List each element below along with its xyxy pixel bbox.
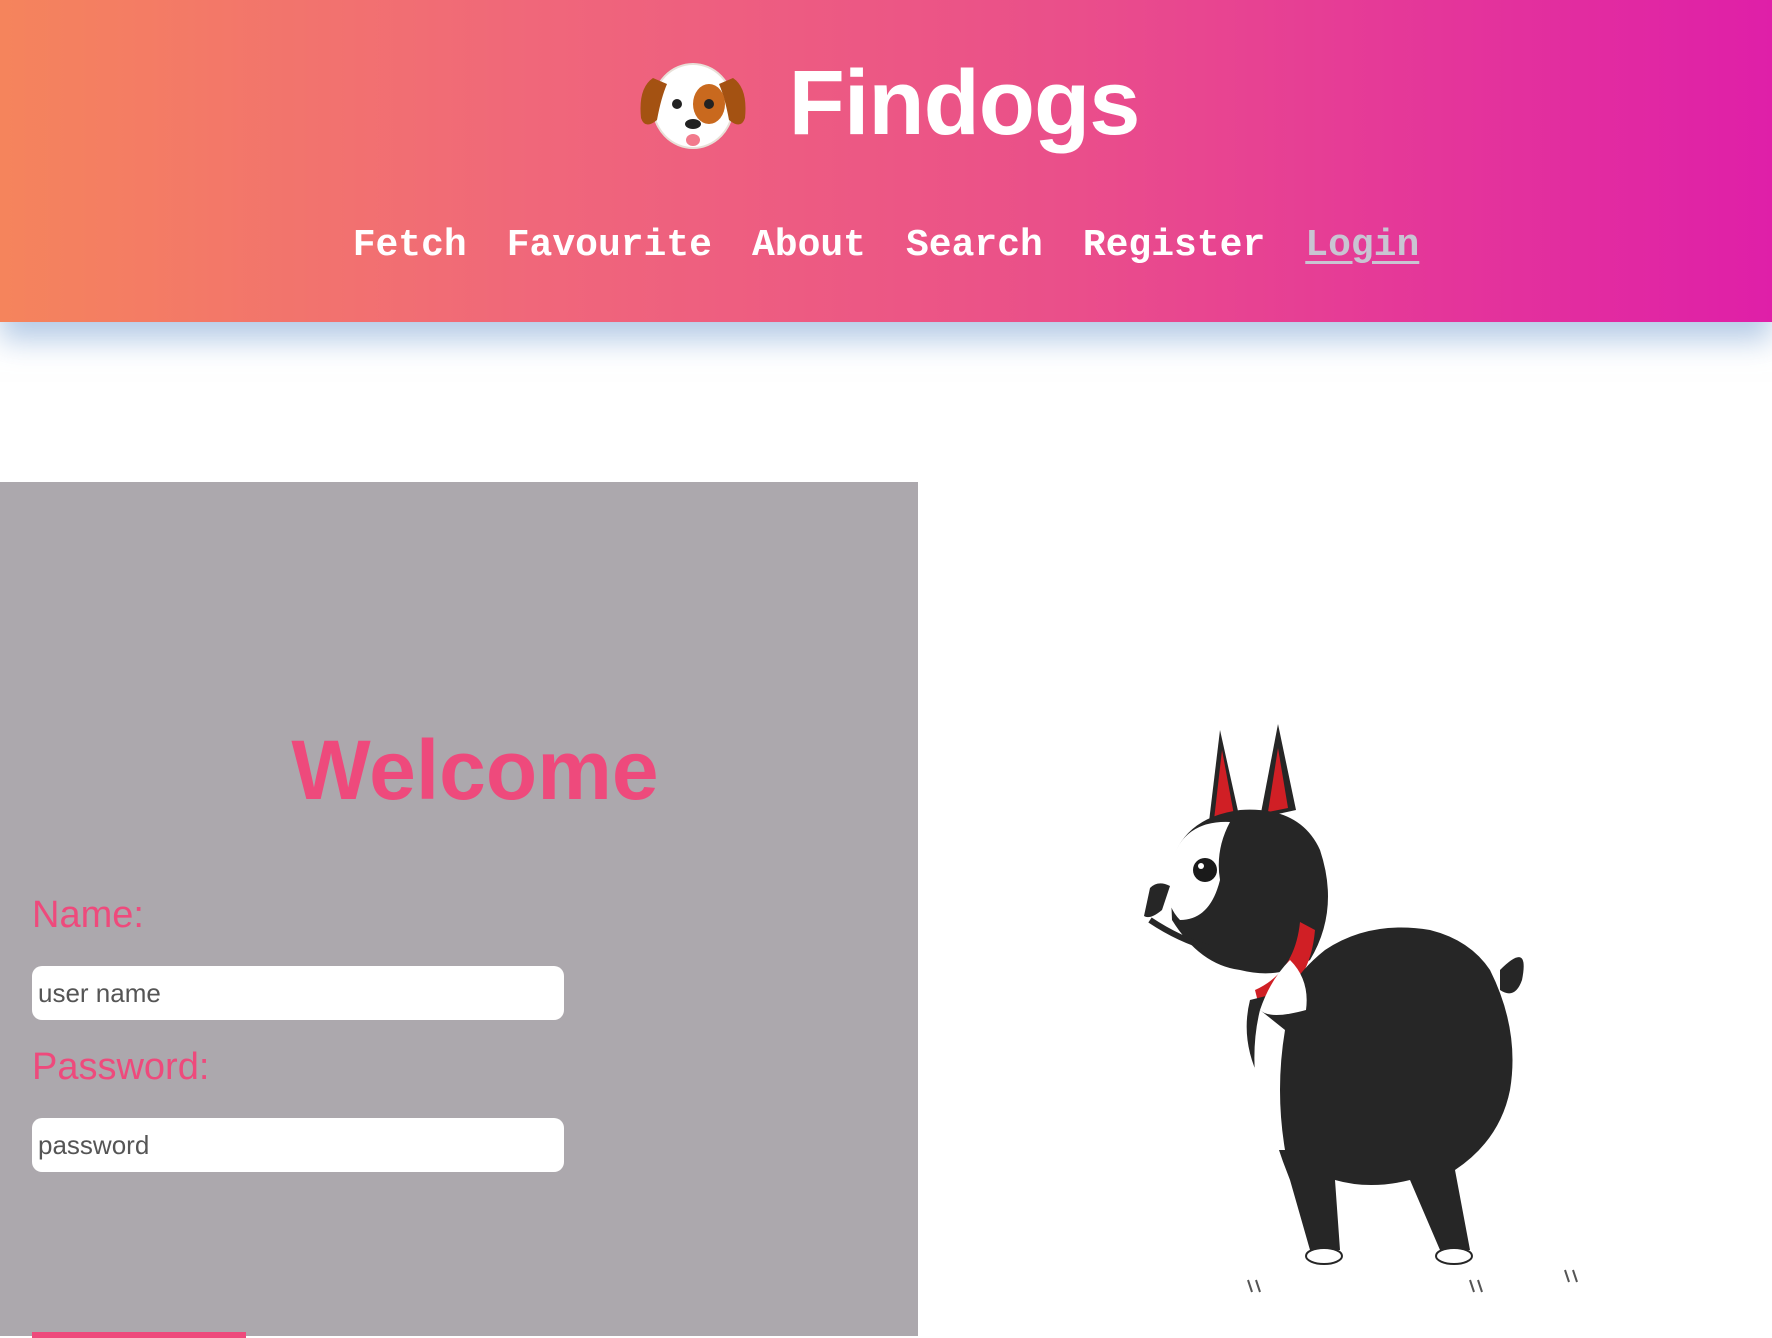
site-title: Findogs	[788, 51, 1141, 154]
puppy-face-icon	[640, 63, 746, 149]
nav-link-register[interactable]: Register	[1083, 224, 1265, 267]
password-input[interactable]	[32, 1118, 564, 1172]
brand: Findogs	[0, 48, 1772, 158]
nav-link-fetch[interactable]: Fetch	[353, 224, 467, 267]
name-label: Name:	[32, 894, 144, 936]
submit-button[interactable]	[32, 1332, 246, 1338]
username-input[interactable]	[32, 966, 564, 1020]
welcome-heading: Welcome	[291, 723, 659, 817]
nav-link-about[interactable]: About	[752, 224, 866, 267]
password-label: Password:	[32, 1046, 210, 1088]
boston-terrier-illustration	[1144, 724, 1578, 1293]
site-header: Findogs Fetch Favourite About Search Reg…	[0, 0, 1772, 322]
nav-link-search[interactable]: Search	[906, 224, 1043, 267]
main-nav: Fetch Favourite About Search Register Lo…	[0, 224, 1772, 267]
nav-link-favourite[interactable]: Favourite	[507, 224, 712, 267]
nav-link-login[interactable]: Login	[1305, 224, 1419, 267]
login-panel: Welcome Name: Password:	[0, 482, 918, 1338]
